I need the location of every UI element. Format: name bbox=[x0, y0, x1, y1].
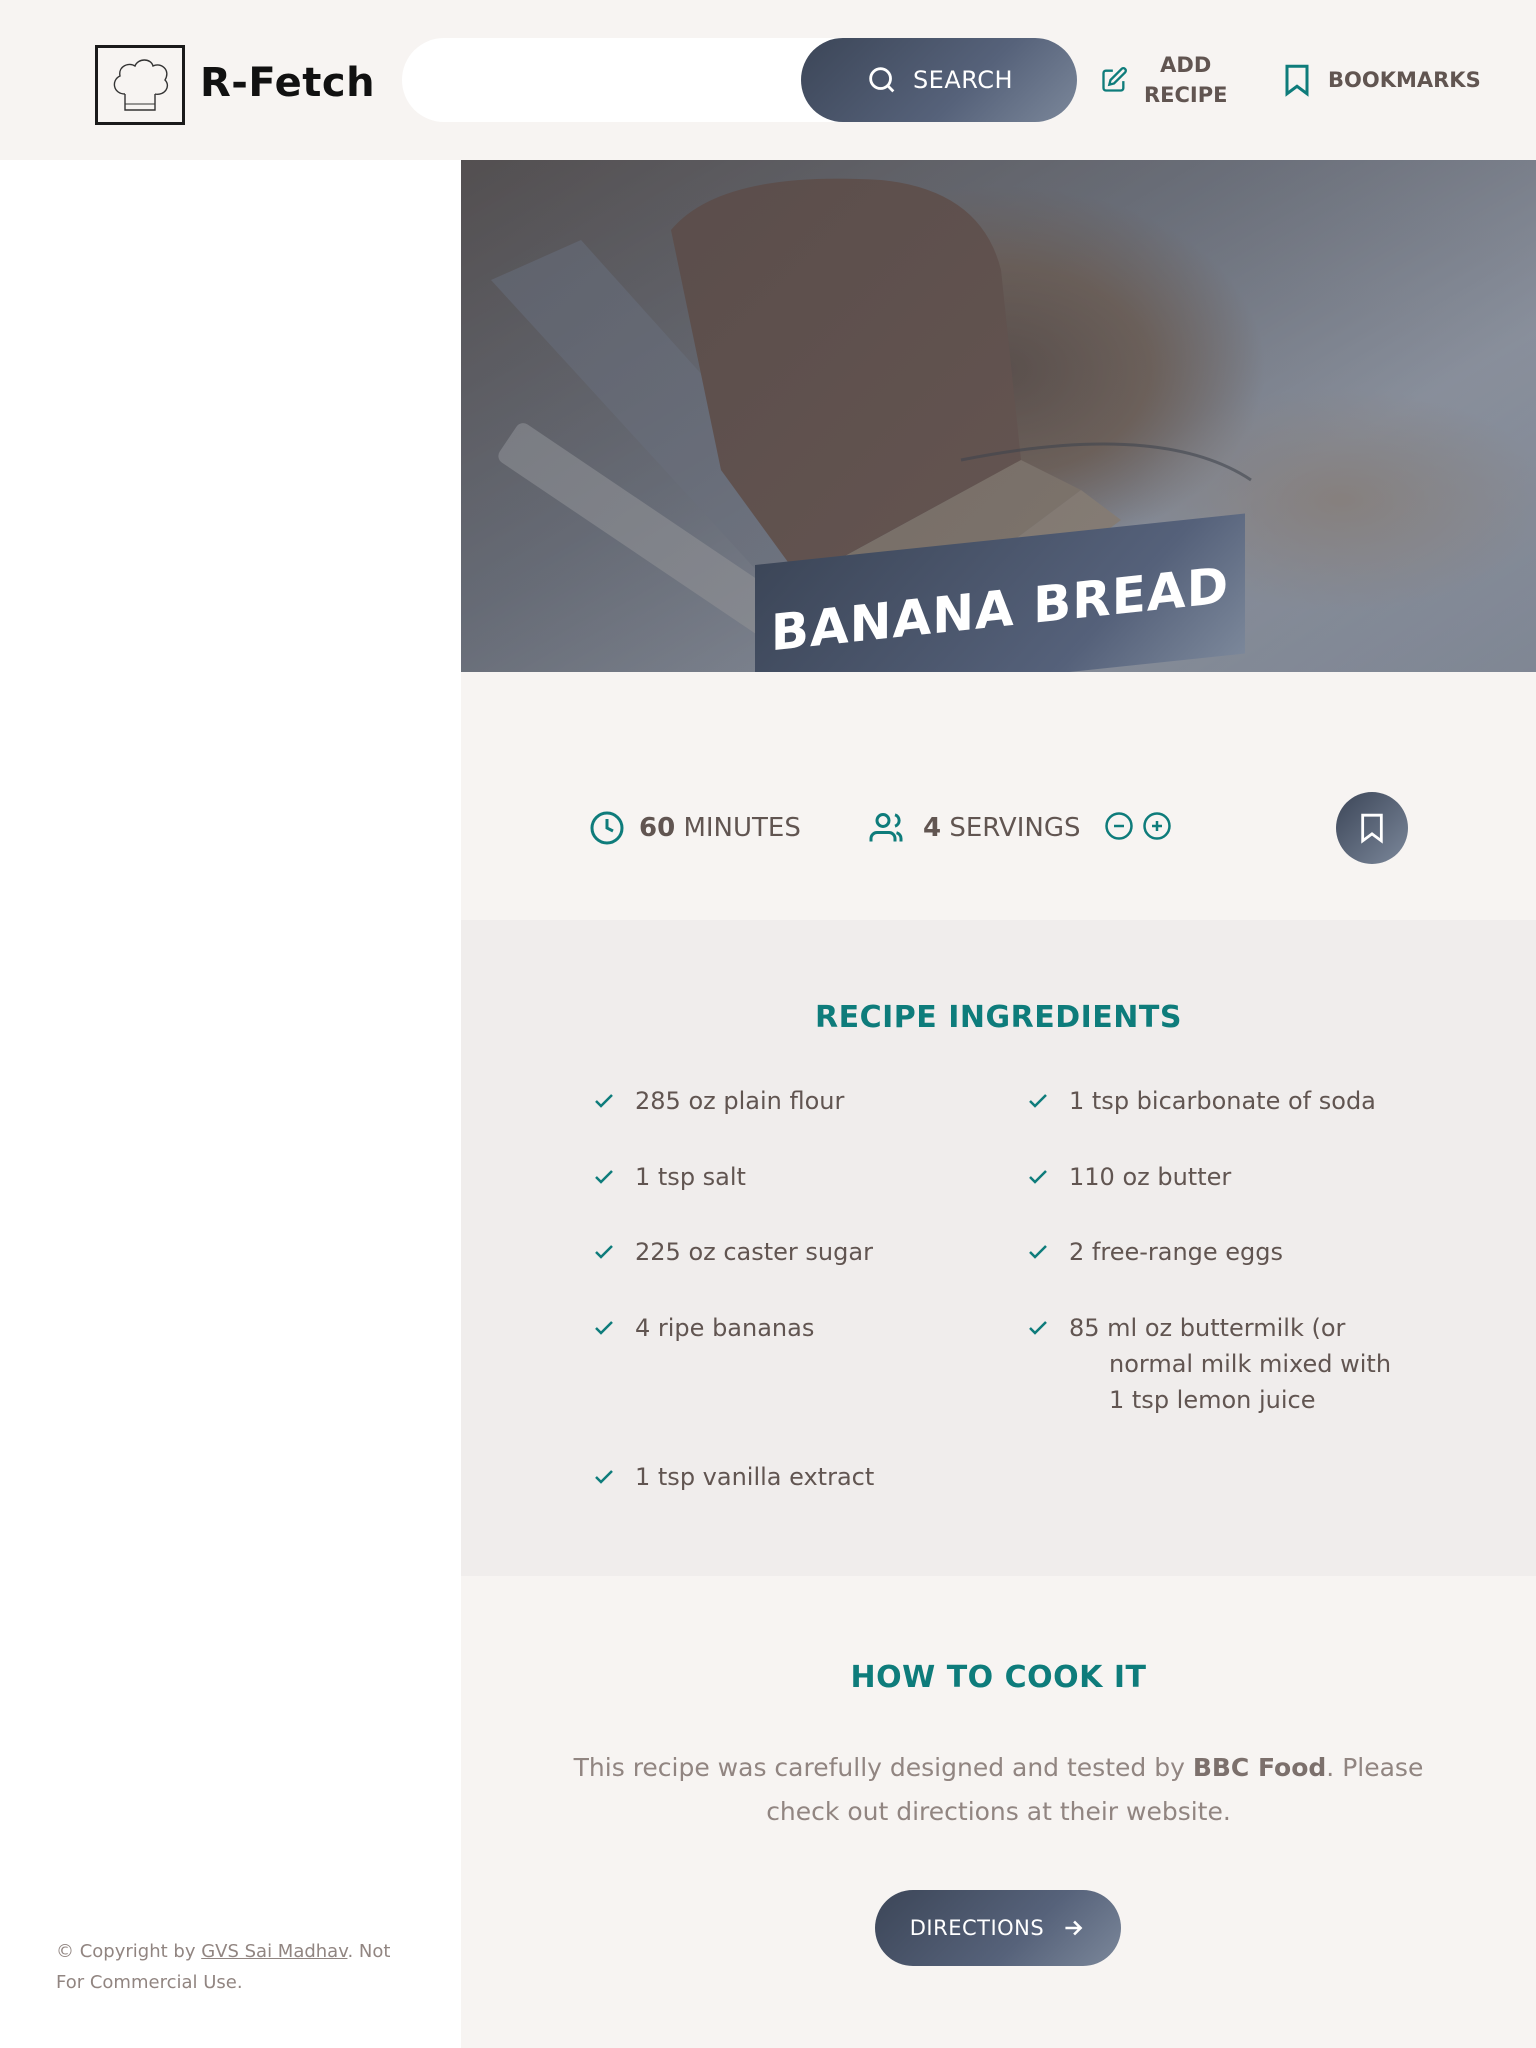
ingredient-item: 1 tsp bicarbonate of soda bbox=[1025, 1083, 1405, 1119]
plus-circle-icon bbox=[1143, 812, 1171, 840]
search-button-label: SEARCH bbox=[912, 66, 1014, 94]
directions-text: This recipe was carefully designed and t… bbox=[573, 1753, 1424, 1826]
nav-bookmarks[interactable]: BOOKMARKS bbox=[1282, 58, 1481, 102]
check-icon bbox=[1029, 1170, 1047, 1184]
edit-icon bbox=[1102, 67, 1127, 92]
decrease-servings-button[interactable] bbox=[1104, 811, 1134, 845]
ingredient-item: 2 free-range eggs bbox=[1025, 1234, 1405, 1270]
search-button[interactable]: SEARCH bbox=[801, 38, 1077, 122]
minus-circle-icon bbox=[1105, 812, 1133, 840]
check-icon bbox=[595, 1094, 613, 1108]
ingredient-item: 1 tsp salt bbox=[591, 1159, 971, 1195]
nav-add-recipe[interactable]: ADD RECIPE bbox=[1100, 48, 1240, 112]
check-icon bbox=[595, 1170, 613, 1184]
bookmark-recipe-button[interactable] bbox=[1336, 792, 1408, 864]
cooking-time: 60 MINUTES bbox=[589, 808, 801, 848]
bookmark-icon bbox=[1361, 813, 1383, 844]
search-results-sidebar bbox=[0, 160, 461, 2048]
users-icon bbox=[869, 813, 903, 842]
check-icon bbox=[595, 1245, 613, 1259]
servings-unit: SERVINGS bbox=[949, 813, 1081, 843]
servings-value: 4 bbox=[923, 813, 942, 843]
copyright: © Copyright by GVS Sai Madhav. Not For C… bbox=[56, 1941, 391, 1993]
ingredient-item: 1 tsp vanilla extract bbox=[591, 1459, 971, 1495]
cooking-time-value: 60 bbox=[639, 813, 676, 843]
add-recipe-label: ADD RECIPE bbox=[1144, 50, 1227, 110]
directions-button-label: DIRECTIONS bbox=[909, 1916, 1045, 1940]
ingredient-item: 110 oz butter bbox=[1025, 1159, 1405, 1195]
publisher: BBC Food bbox=[1192, 1753, 1327, 1782]
ingredients-title: RECIPE INGREDIENTS bbox=[815, 1000, 1182, 1035]
cooking-time-unit: MINUTES bbox=[683, 813, 801, 843]
search-icon bbox=[869, 67, 895, 93]
ingredient-item: 225 oz caster sugar bbox=[591, 1234, 971, 1270]
brand-name: R-Fetch bbox=[200, 60, 376, 106]
check-icon bbox=[1029, 1321, 1047, 1335]
directions-button[interactable]: DIRECTIONS bbox=[875, 1890, 1121, 1966]
servings: 4 SERVINGS bbox=[869, 808, 1081, 848]
logo[interactable] bbox=[95, 45, 185, 125]
check-icon bbox=[1029, 1094, 1047, 1108]
search-input[interactable] bbox=[430, 58, 780, 102]
check-icon bbox=[595, 1470, 613, 1484]
check-icon bbox=[1029, 1245, 1047, 1259]
clock-icon bbox=[590, 811, 624, 845]
recipe-title: BANANA BREAD bbox=[770, 556, 1230, 663]
author-link[interactable]: GVS Sai Madhav bbox=[201, 1941, 347, 1962]
servings-controls bbox=[1104, 811, 1172, 845]
check-icon bbox=[595, 1321, 613, 1335]
arrow-right-icon bbox=[1065, 1920, 1083, 1936]
add-recipe-label-line1: ADD bbox=[1160, 53, 1212, 77]
ingredient-item: 85 ml oz buttermilk (or normal milk mixe… bbox=[1025, 1310, 1405, 1418]
bookmark-icon bbox=[1285, 64, 1309, 97]
ingredient-item: 285 oz plain flour bbox=[591, 1083, 971, 1119]
increase-servings-button[interactable] bbox=[1142, 811, 1172, 845]
add-recipe-label-line2: RECIPE bbox=[1144, 83, 1228, 107]
ingredient-item: 4 ripe bananas bbox=[591, 1310, 971, 1346]
directions-title: HOW TO COOK IT bbox=[850, 1660, 1147, 1695]
bookmarks-label: BOOKMARKS bbox=[1328, 68, 1481, 92]
chef-hat-icon bbox=[113, 59, 169, 111]
